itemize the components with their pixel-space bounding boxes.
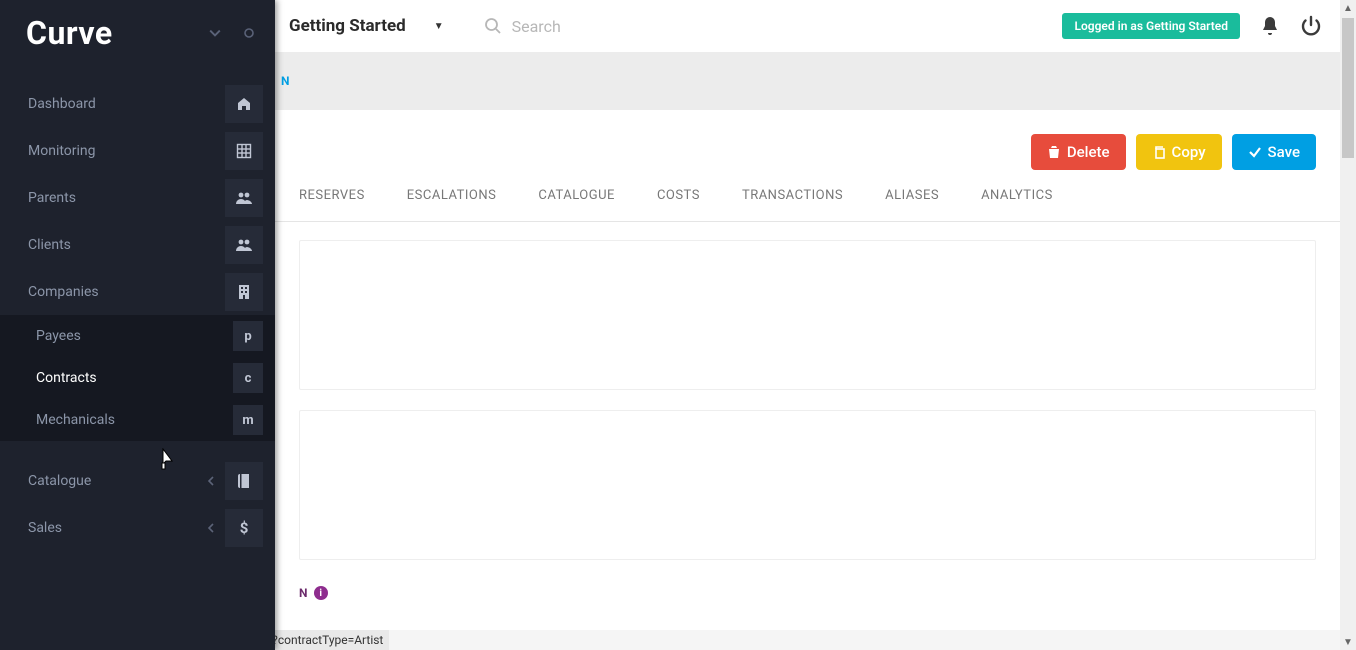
login-badge[interactable]: Logged in as Getting Started: [1062, 13, 1240, 39]
book-icon: [225, 462, 263, 500]
tab-escalations[interactable]: ESCALATIONS: [407, 188, 497, 211]
action-bar: Delete Copy Save: [275, 110, 1340, 188]
search-icon: [484, 17, 502, 35]
nav: Dashboard Monitoring Parents Clients Com: [0, 72, 275, 551]
check-icon: [1248, 145, 1262, 159]
group-icon: [225, 179, 263, 217]
home-icon: [225, 85, 263, 123]
sidebar-subitem-mechanicals[interactable]: Mechanicals m: [0, 399, 275, 441]
button-label: Copy: [1172, 143, 1206, 161]
chevron-left-icon: [207, 523, 215, 533]
panel-1: [299, 240, 1316, 390]
dollar-icon: $: [225, 509, 263, 547]
letter-icon: p: [233, 321, 263, 351]
trash-icon: [1047, 145, 1061, 159]
bell-icon[interactable]: [1260, 15, 1280, 37]
sidebar-item-label: Mechanicals: [36, 412, 233, 428]
button-label: Delete: [1067, 143, 1110, 161]
delete-button[interactable]: Delete: [1031, 134, 1126, 170]
cursor-icon: [155, 448, 175, 472]
sidebar-item-label: Companies: [28, 284, 225, 300]
tab-aliases[interactable]: ALIASES: [885, 188, 939, 211]
search-input[interactable]: Search: [484, 17, 561, 36]
scroll-up-icon[interactable]: ▲: [1340, 0, 1356, 16]
sidebar-item-label: Sales: [28, 520, 207, 536]
info-icon[interactable]: i: [314, 586, 328, 600]
sidebar-item-label: Monitoring: [28, 143, 225, 159]
brand-logo: Curve: [26, 14, 113, 52]
tab-transactions[interactable]: TRANSACTIONS: [742, 188, 843, 211]
save-button[interactable]: Save: [1232, 134, 1316, 170]
sidebar-item-companies[interactable]: Companies: [0, 268, 275, 315]
sidebar-item-label: Payees: [36, 328, 233, 344]
sidebar-item-label: Catalogue: [28, 473, 207, 489]
copy-button[interactable]: Copy: [1136, 134, 1222, 170]
scroll-thumb[interactable]: [1342, 18, 1354, 158]
sidebar-subitem-payees[interactable]: Payees p: [0, 315, 275, 357]
tabs: RESERVES ESCALATIONS CATALOGUE COSTS TRA…: [275, 188, 1340, 222]
chevron-down-icon[interactable]: [209, 27, 221, 39]
section-label: N i: [275, 578, 1340, 600]
main-content: Delete Copy Save RESERVES ESCALATIONS CA…: [275, 110, 1340, 630]
tab-catalogue[interactable]: CATALOGUE: [538, 188, 615, 211]
caret-down-icon: ▼: [434, 21, 444, 32]
section-label-text: N: [299, 586, 308, 600]
sidebar-item-clients[interactable]: Clients: [0, 221, 275, 268]
letter-icon: c: [233, 363, 263, 393]
panels: [275, 222, 1340, 578]
breadcrumb-strip: N: [275, 52, 1340, 110]
page-selector[interactable]: Getting Started ▼: [289, 16, 444, 36]
sidebar-item-label: Parents: [28, 190, 225, 206]
tab-analytics[interactable]: ANALYTICS: [981, 188, 1053, 211]
circle-icon[interactable]: [243, 27, 255, 39]
sidebar-item-monitoring[interactable]: Monitoring: [0, 127, 275, 174]
sidebar-item-label: Dashboard: [28, 96, 225, 112]
sidebar-subitem-contracts[interactable]: Contracts c: [0, 357, 275, 399]
copy-icon: [1152, 145, 1166, 159]
sidebar-item-dashboard[interactable]: Dashboard: [0, 80, 275, 127]
sidebar-item-parents[interactable]: Parents: [0, 174, 275, 221]
sidebar-item-label: Clients: [28, 237, 225, 253]
scroll-down-icon[interactable]: ▼: [1340, 634, 1356, 650]
logo-area: Curve: [0, 0, 275, 72]
sidebar-item-label: Contracts: [36, 370, 233, 386]
topbar: Getting Started ▼ Search Logged in as Ge…: [275, 0, 1340, 52]
page-title: Getting Started: [289, 16, 406, 36]
breadcrumb[interactable]: N: [281, 74, 290, 88]
letter-icon: m: [233, 405, 263, 435]
tab-reserves[interactable]: RESERVES: [299, 188, 365, 211]
button-label: Save: [1268, 143, 1300, 161]
building-icon: [225, 273, 263, 311]
scrollbar-vertical[interactable]: ▲ ▼: [1340, 0, 1356, 650]
logo-controls: [209, 27, 255, 39]
sidebar-item-sales[interactable]: Sales $: [0, 504, 275, 551]
panel-2: [299, 410, 1316, 560]
sidebar-item-catalogue[interactable]: Catalogue: [0, 457, 275, 504]
tab-costs[interactable]: COSTS: [657, 188, 700, 211]
power-icon[interactable]: [1300, 15, 1322, 37]
grid-icon: [225, 132, 263, 170]
search-placeholder: Search: [512, 17, 561, 36]
chevron-left-icon: [207, 476, 215, 486]
group-icon: [225, 226, 263, 264]
sidebar: Curve Dashboard Monitoring Parents: [0, 0, 275, 650]
